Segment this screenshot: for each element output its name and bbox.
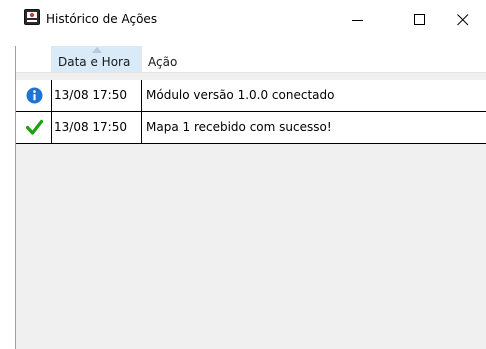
column-header-icon[interactable] — [16, 46, 52, 72]
history-window: Histórico de Ações Data e Hora Ação 13/0… — [0, 0, 486, 349]
column-header-date-label: Data e Hora — [58, 55, 131, 69]
minimize-icon — [352, 19, 363, 21]
list-header: Data e Hora Ação — [16, 46, 486, 73]
row-date: 13/08 17:50 — [52, 112, 142, 143]
row-action: Mapa 1 recebido com sucesso! — [146, 120, 332, 134]
info-icon — [26, 87, 43, 104]
maximize-icon — [414, 13, 425, 25]
title-bar[interactable]: Histórico de Ações — [0, 0, 486, 39]
table-row[interactable]: 13/08 17:50 Mapa 1 recebido com sucesso! — [16, 112, 486, 144]
close-button[interactable] — [440, 0, 486, 39]
column-header-date[interactable]: Data e Hora — [52, 46, 142, 72]
close-icon — [457, 13, 469, 25]
table-row[interactable]: 13/08 17:50 Módulo versão 1.0.0 conectad… — [16, 80, 486, 112]
history-list[interactable]: Data e Hora Ação 13/08 17:50 Módulo vers… — [15, 46, 486, 349]
minimize-button[interactable] — [335, 0, 381, 39]
window-title: Histórico de Ações — [46, 12, 158, 26]
sort-up-icon — [92, 47, 102, 53]
row-date: 13/08 17:50 — [52, 80, 142, 111]
column-header-action[interactable]: Ação — [142, 46, 342, 72]
maximize-button[interactable] — [397, 0, 443, 39]
row-icon-cell — [16, 80, 52, 111]
row-icon-cell — [16, 112, 52, 143]
checkmark-icon — [26, 119, 43, 135]
app-icon — [24, 9, 40, 25]
row-action: Módulo versão 1.0.0 conectado — [146, 88, 335, 102]
